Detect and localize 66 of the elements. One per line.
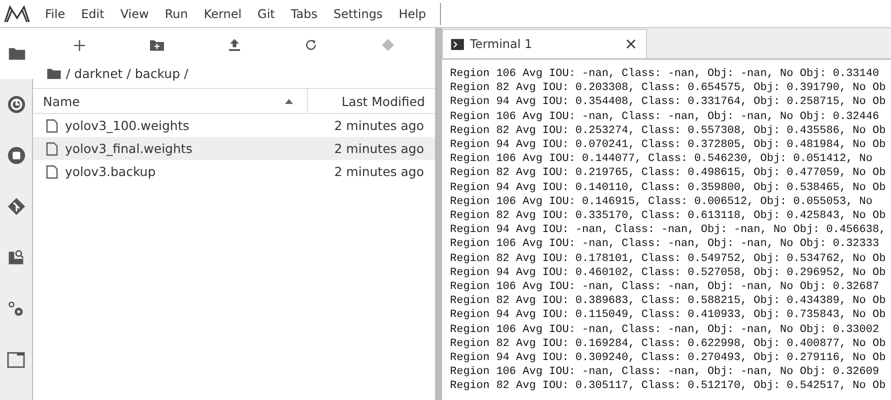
sort-caret-icon [285,98,293,104]
folder-icon [47,68,61,78]
file-row[interactable]: yolov3.backup 2 minutes ago [33,160,435,183]
file-icon [46,142,58,156]
file-icon [46,118,58,132]
menu-item[interactable]: Kernel [196,6,250,20]
gears-icon [7,300,25,318]
terminal-line: Region 94 Avg IOU: 0.354408, Class: 0.331764, Obj: 0.258715, No Ob [450,95,887,110]
running-icon [6,95,26,114]
file-name: yolov3.backup [65,164,157,179]
file-name: yolov3_final.weights [65,141,194,156]
terminal-line: Region 82 Avg IOU: 0.178101, Class: 0.549752, Obj: 0.534762, No Ob [450,252,887,266]
file-name: yolov3_100.weights [65,118,190,133]
terminal-line: Region 94 Avg IOU: 0.115049, Class: 0.410933, Obj: 0.735843, No Ob [450,308,887,323]
menu-item[interactable]: Tabs [282,6,326,20]
folder-plus-icon [150,39,164,51]
plus-icon [74,40,85,50]
terminal-line: Region 82 Avg IOU: 0.169284, Class: 0.622998, Obj: 0.400877, No Ob [450,336,887,352]
close-icon[interactable] [626,39,636,49]
git-icon [382,39,394,51]
terminal-line: Region 106 Avg IOU: 0.144077, Class: 0.546230, Obj: 0.051412, No [450,152,874,166]
stop-icon [6,146,26,165]
breadcrumb-path[interactable]: / darknet / backup / [66,66,188,80]
terminal-tab[interactable]: Terminal 1 [442,29,647,58]
terminal-line: Region 94 Avg IOU: -nan, Class: -nan, Obj: -nan, No Obj: 0.456638, [450,223,887,238]
file-row[interactable]: yolov3_100.weights 2 minutes ago [33,114,435,137]
file-modified: 2 minutes ago [334,164,425,179]
logo-icon [3,4,31,24]
terminal-line: Region 106 Avg IOU: 0.146915, Class: 0.006512, Obj: 0.055053, No [450,194,874,210]
git-icon [6,197,26,216]
terminal-line: Region 94 Avg IOU: 0.140110, Class: 0.359800, Obj: 0.538465, No Ob [450,180,887,195]
file-row[interactable]: yolov3_final.weights 2 minutes ago [33,137,435,160]
terminal-line: Region 94 Avg IOU: 0.070241, Class: 0.372805, Obj: 0.481984, No Ob [450,138,887,152]
terminal-line: Region 106 Avg IOU: -nan, Class: -nan, Obj: -nan, No Obj: 0.32446 [450,110,880,124]
menu-item[interactable]: Settings [325,6,391,20]
terminal-line: Region 106 Avg IOU: -nan, Class: -nan, Obj: -nan, No Obj: 0.33140 [450,67,880,82]
document-search-icon [7,248,25,266]
terminal-icon [451,38,464,50]
terminal-line: Region 82 Avg IOU: 0.305117, Class: 0.512170, Obj: 0.542517, No Ob [450,379,887,394]
terminal-line: Region 106 Avg IOU: -nan, Class: -nan, Obj: -nan, No Obj: 0.33002 [450,322,880,337]
menu-item[interactable]: Help [390,6,434,20]
terminal-line: Region 106 Avg IOU: -nan, Class: -nan, Obj: -nan, No Obj: 0.32333 [450,237,880,252]
file-icon [46,164,58,178]
terminal-line: Region 82 Avg IOU: 0.335170, Class: 0.613118, Obj: 0.425843, No Ob [450,209,887,224]
terminal-line: Region 82 Avg IOU: 0.253274, Class: 0.557308, Obj: 0.435586, No Ob [450,124,887,138]
terminal-line: Region 82 Avg IOU: 0.219765, Class: 0.498615, Obj: 0.477059, No Ob [450,166,887,181]
terminal-line: Region 106 Avg IOU: -nan, Class: -nan, Obj: -nan, No Obj: 0.32609 [450,365,880,380]
terminal-line: Region 106 Avg IOU: -nan, Class: -nan, Obj: -nan, No Obj: 0.32687 [450,280,880,294]
terminal-line: Region 82 Avg IOU: 0.389683, Class: 0.588215, Obj: 0.434389, No Ob [450,294,887,308]
menu-item[interactable]: Edit [73,6,112,20]
upload-icon [228,39,240,51]
terminal-line: Region 94 Avg IOU: 0.460102, Class: 0.527058, Obj: 0.296952, No Ob [450,266,887,280]
menu-item[interactable]: Run [156,6,196,20]
file-modified: 2 minutes ago [334,141,425,156]
menu-item[interactable]: File [37,6,74,20]
menu-item[interactable]: Git [250,6,283,20]
menu-item[interactable]: View [112,6,157,20]
activity-bar-tab[interactable] [0,28,33,79]
tab-title: Terminal 1 [470,37,534,51]
file-modified: 2 minutes ago [334,118,425,133]
column-header[interactable]: Name [33,92,285,110]
refresh-icon [305,39,318,51]
terminal-line: Region 94 Avg IOU: 0.309240, Class: 0.270493, Obj: 0.279116, No Ob [450,351,887,366]
terminal-line: Region 82 Avg IOU: 0.203308, Class: 0.654575, Obj: 0.391790, No Ob [450,81,887,96]
folder-icon [8,46,26,61]
window-icon [7,352,25,368]
